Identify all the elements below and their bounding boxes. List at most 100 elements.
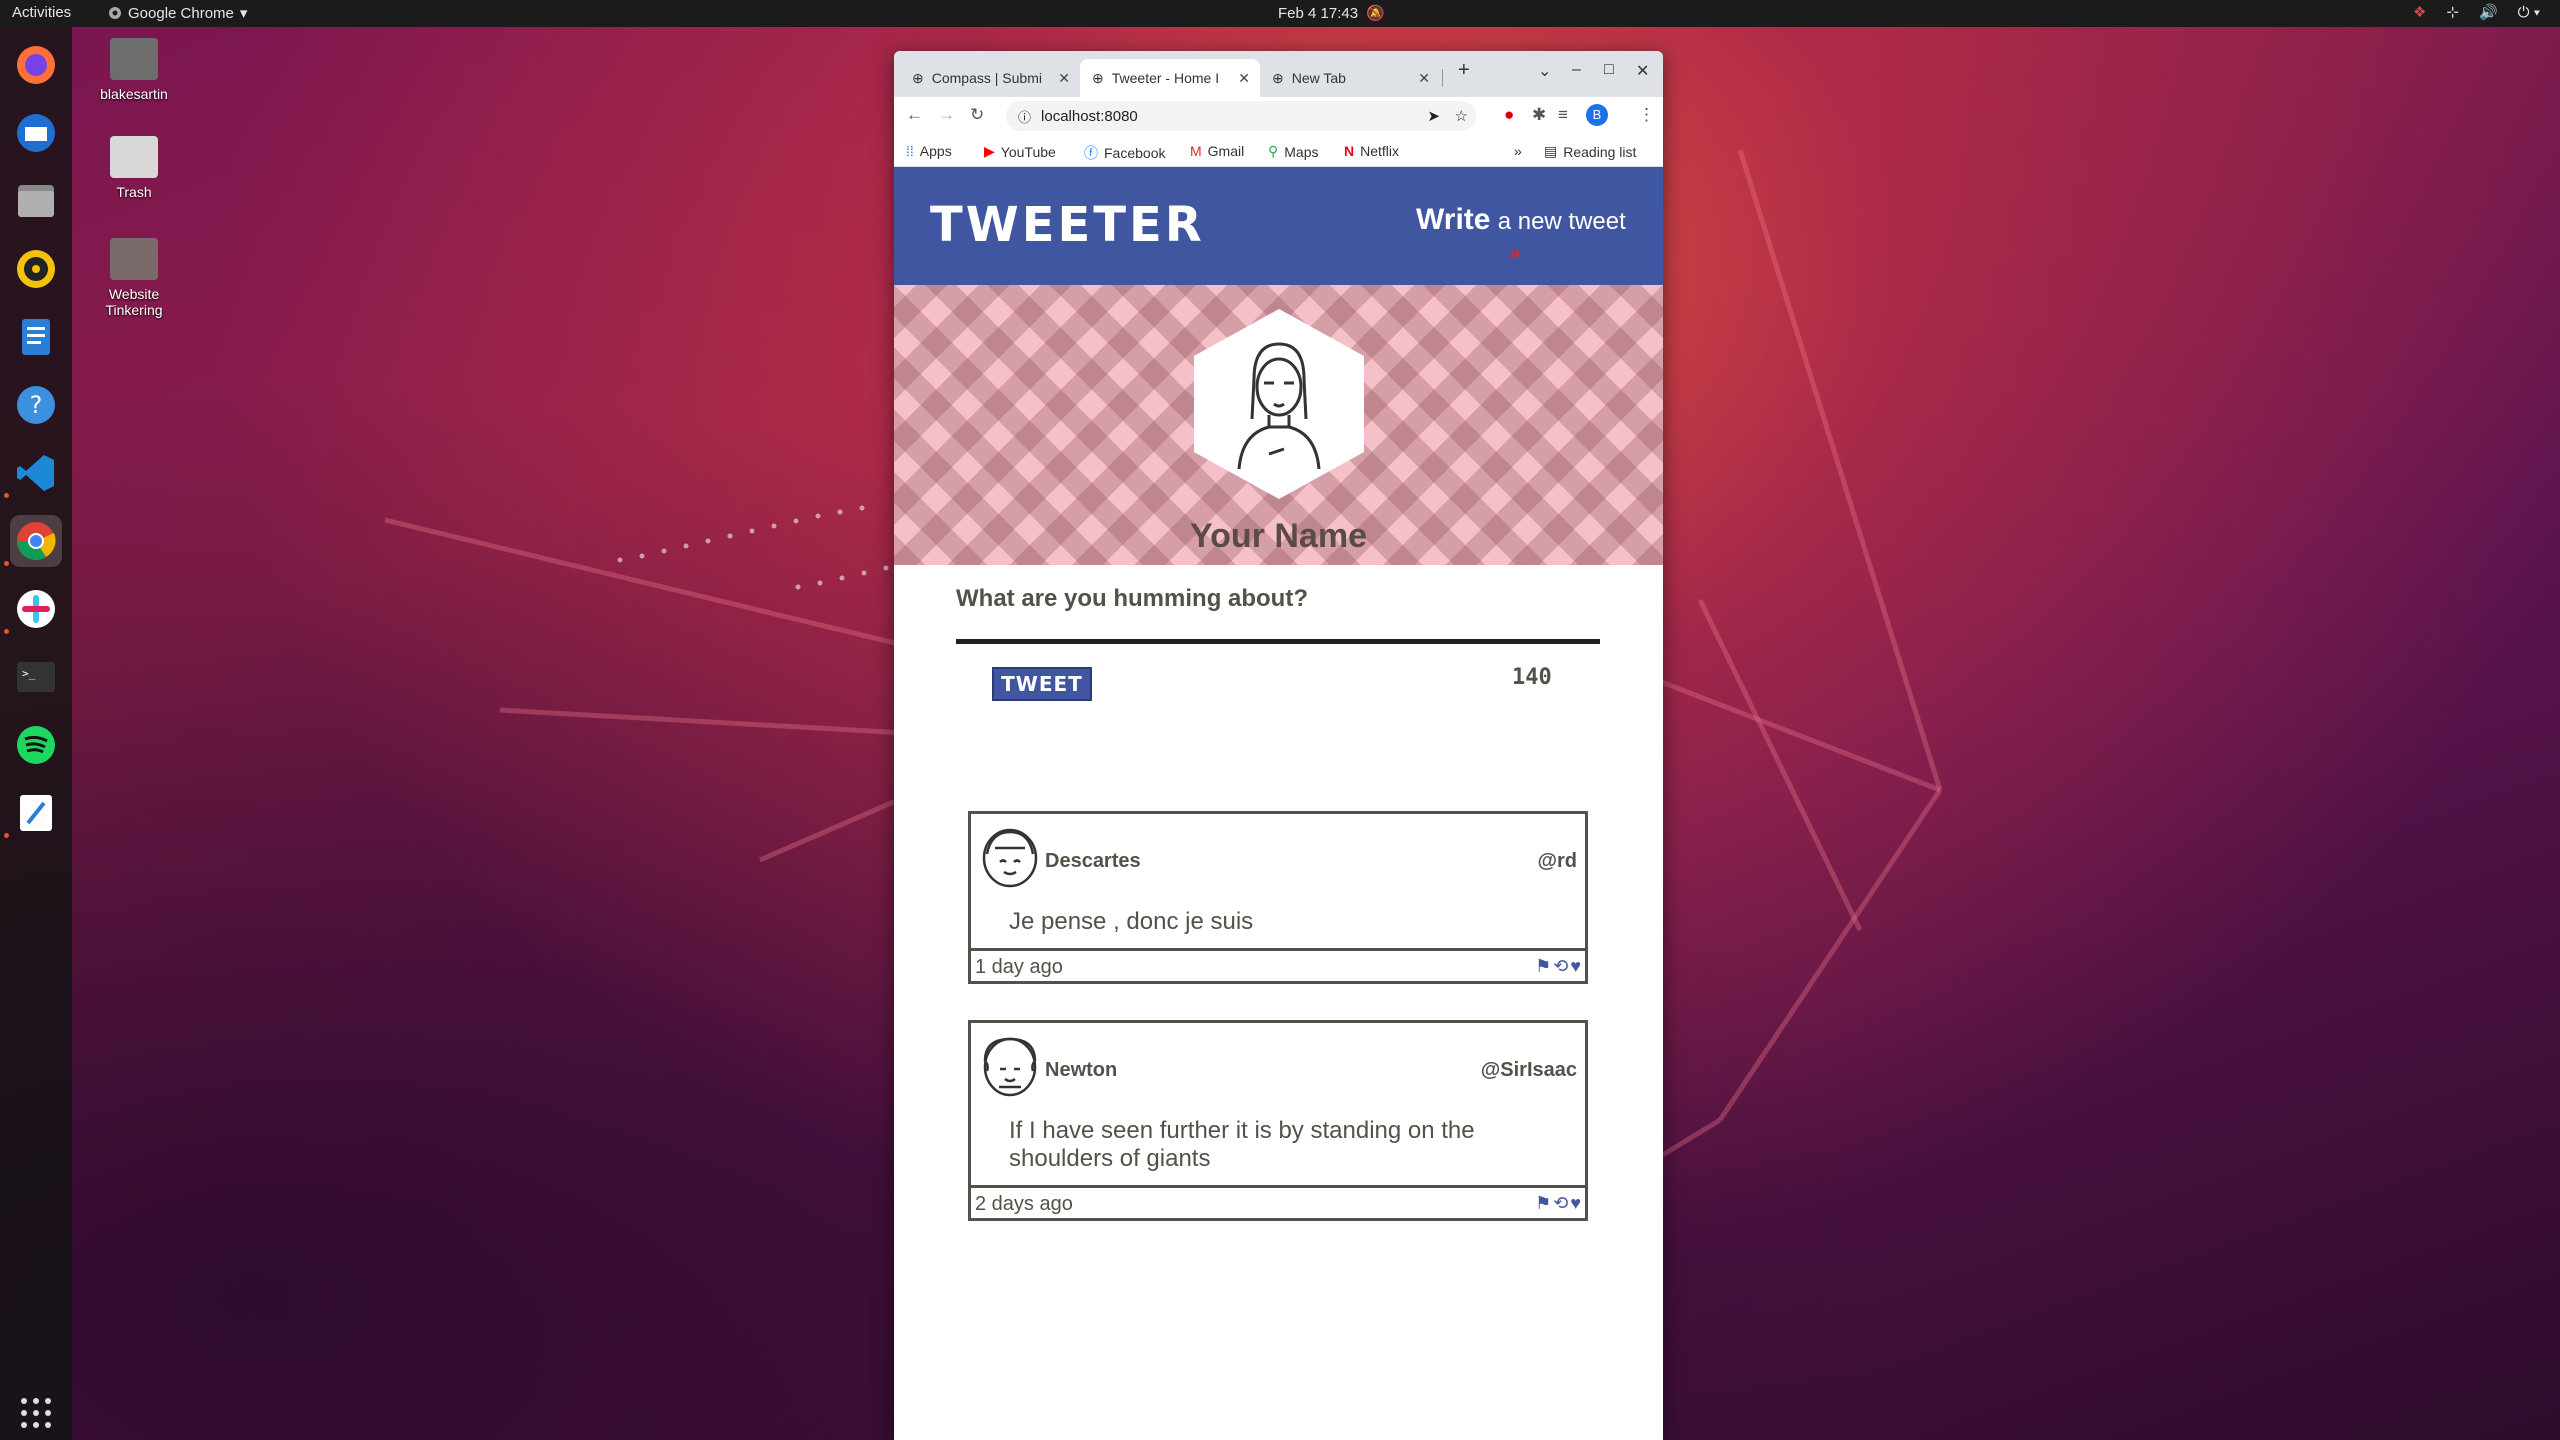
- compose-form: What are you humming about? TWEET 140: [956, 585, 1600, 701]
- tweet-timestamp: 2 days ago: [975, 1193, 1073, 1215]
- heart-icon[interactable]: ♥: [1570, 1193, 1581, 1214]
- back-icon[interactable]: ←: [906, 105, 923, 125]
- maximize-button[interactable]: □: [1604, 61, 1614, 79]
- activities-button[interactable]: Activities: [12, 4, 71, 21]
- writer-icon[interactable]: [10, 311, 62, 363]
- desktop-icon-home[interactable]: blakesartin: [79, 38, 189, 102]
- profile-avatar[interactable]: B: [1586, 104, 1608, 126]
- minimize-button[interactable]: –: [1572, 61, 1581, 79]
- reading-list[interactable]: ▤ Reading list: [1544, 143, 1636, 160]
- site-nav: TWEETER Write a new tweet »: [894, 167, 1663, 285]
- tweet-header: Descartes @rd: [971, 814, 1585, 888]
- youtube-icon: ▶: [984, 143, 995, 159]
- desktop-icon-website-tinkering[interactable]: Website Tinkering: [79, 238, 189, 318]
- tweet-footer: 2 days ago ⚑ ⟲ ♥: [971, 1185, 1585, 1218]
- send-icon[interactable]: ➤: [1427, 107, 1440, 125]
- tweet-card: Newton @SirIsaac If I have seen further …: [968, 1020, 1588, 1221]
- reading-list-label: Reading list: [1563, 143, 1637, 160]
- bookmark-apps[interactable]: ⁞⁞ Apps: [906, 143, 952, 159]
- bookmark-netflix[interactable]: N Netflix: [1344, 143, 1399, 159]
- url-text: localhost:8080: [1041, 107, 1138, 125]
- site-brand[interactable]: TWEETER: [930, 197, 1205, 253]
- desktop-icon-label: Website Tinkering: [105, 286, 163, 318]
- tab-strip: ⊕ Compass | Submi ✕ ⊕ Tweeter - Home I ✕…: [894, 51, 1663, 97]
- browser-window: ⊕ Compass | Submi ✕ ⊕ Tweeter - Home I ✕…: [894, 51, 1663, 1440]
- desktop-icon-label: Trash: [116, 184, 152, 200]
- gmail-icon: M: [1190, 143, 1202, 159]
- desktop-icon-trash[interactable]: Trash: [79, 136, 189, 200]
- opera-extension-icon[interactable]: ●: [1504, 105, 1514, 125]
- heart-icon[interactable]: ♥: [1570, 956, 1581, 977]
- write-new-tweet-link[interactable]: Write a new tweet: [1416, 203, 1626, 237]
- app-menu[interactable]: Google Chrome ▾: [108, 4, 247, 22]
- new-tab-button[interactable]: +: [1458, 59, 1470, 82]
- thunderbird-icon[interactable]: [10, 107, 62, 159]
- bookmark-gmail[interactable]: M Gmail: [1190, 143, 1244, 159]
- svg-text:?: ?: [30, 391, 43, 419]
- help-icon[interactable]: ?: [10, 379, 62, 431]
- system-tray[interactable]: ❖ ⊹ 🔊 ⏻ ▾: [2412, 3, 2540, 22]
- bookmark-maps[interactable]: ⚲ Maps: [1268, 143, 1319, 160]
- terminal-icon[interactable]: >_: [10, 651, 62, 703]
- app-menu-label: Google Chrome: [128, 4, 234, 22]
- flag-icon[interactable]: ⚑: [1535, 1193, 1551, 1214]
- tweet-button[interactable]: TWEET: [992, 667, 1092, 701]
- bookmark-facebook[interactable]: ⓕ Facebook: [1084, 143, 1165, 163]
- address-bar[interactable]: ⓘ localhost:8080 ➤ ☆: [1006, 101, 1476, 131]
- bookmark-label: Apps: [919, 143, 952, 159]
- bookmark-label: Gmail: [1207, 143, 1245, 159]
- bookmark-label: Maps: [1284, 143, 1319, 160]
- star-icon[interactable]: ☆: [1455, 107, 1468, 125]
- profile-avatar-icon: [1194, 309, 1364, 499]
- retweet-icon[interactable]: ⟲: [1553, 956, 1568, 977]
- tab-new-tab[interactable]: ⊕ New Tab ✕: [1260, 59, 1440, 97]
- retweet-icon[interactable]: ⟲: [1553, 1193, 1568, 1214]
- compose-textarea[interactable]: What are you humming about?: [956, 585, 1600, 613]
- bookmark-label: Netflix: [1360, 143, 1400, 159]
- vscode-icon[interactable]: [10, 447, 62, 499]
- tweet-timestamp: 1 day ago: [975, 956, 1063, 978]
- tab-tweeter[interactable]: ⊕ Tweeter - Home I ✕: [1080, 59, 1260, 97]
- tab-label: Tweeter - Home I: [1111, 70, 1220, 86]
- files-icon[interactable]: [10, 175, 62, 227]
- rhythmbox-icon[interactable]: [10, 243, 62, 295]
- menu-icon[interactable]: ⋮: [1638, 105, 1655, 125]
- tab-compass[interactable]: ⊕ Compass | Submi ✕: [900, 59, 1080, 97]
- spotify-icon[interactable]: [10, 719, 62, 771]
- close-icon[interactable]: ✕: [1238, 70, 1250, 87]
- double-chevron-down-icon[interactable]: »: [1510, 243, 1520, 264]
- profile-name: Your Name: [1190, 517, 1367, 555]
- app-grid-icon[interactable]: [10, 1387, 62, 1439]
- chrome-dock-icon[interactable]: [10, 515, 62, 567]
- text-editor-icon[interactable]: [10, 787, 62, 839]
- bookmarks-overflow[interactable]: »: [1514, 143, 1522, 159]
- write-rest: a new tweet: [1497, 208, 1626, 235]
- reload-icon[interactable]: ↻: [970, 105, 984, 125]
- tweet-card: Descartes @rd Je pense , donc je suis 1 …: [968, 811, 1588, 984]
- firefox-icon[interactable]: [10, 39, 62, 91]
- close-icon[interactable]: ✕: [1058, 70, 1070, 87]
- write-bold: Write: [1416, 203, 1491, 236]
- chevron-down-icon: ▾: [239, 5, 248, 22]
- tweet-author-name: Descartes: [1045, 850, 1141, 872]
- netflix-icon: N: [1344, 143, 1355, 159]
- clock[interactable]: Feb 4 17:43 🔕: [1278, 4, 1385, 23]
- network-icon: ⊹: [2446, 4, 2459, 21]
- apps-grid-icon: ⁞⁞: [906, 143, 914, 159]
- extensions-icon[interactable]: ✱: [1532, 105, 1546, 125]
- bookmark-youtube[interactable]: ▶ YouTube: [984, 143, 1056, 160]
- flag-icon[interactable]: ⚑: [1535, 956, 1551, 977]
- forward-icon[interactable]: →: [938, 105, 955, 125]
- globe-icon: ⊕: [1272, 69, 1284, 86]
- media-icon[interactable]: ≡: [1558, 105, 1568, 125]
- slack-icon[interactable]: [10, 583, 62, 635]
- bookmark-label: Facebook: [1104, 145, 1166, 161]
- tweet-author-handle: @SirIsaac: [1480, 1059, 1577, 1081]
- browser-toolbar: ← → ↻ ⓘ localhost:8080 ➤ ☆ ● ✱ ≡ B ⋮: [894, 97, 1663, 135]
- tweet-text: If I have seen further it is by standing…: [1009, 1117, 1475, 1172]
- close-window-button[interactable]: ✕: [1636, 61, 1649, 81]
- keyboard-indicator-icon: ❖: [2412, 4, 2427, 21]
- close-icon[interactable]: ✕: [1418, 70, 1430, 87]
- compose-underline: [956, 639, 1600, 644]
- tab-search-icon[interactable]: ⌄: [1538, 61, 1551, 81]
